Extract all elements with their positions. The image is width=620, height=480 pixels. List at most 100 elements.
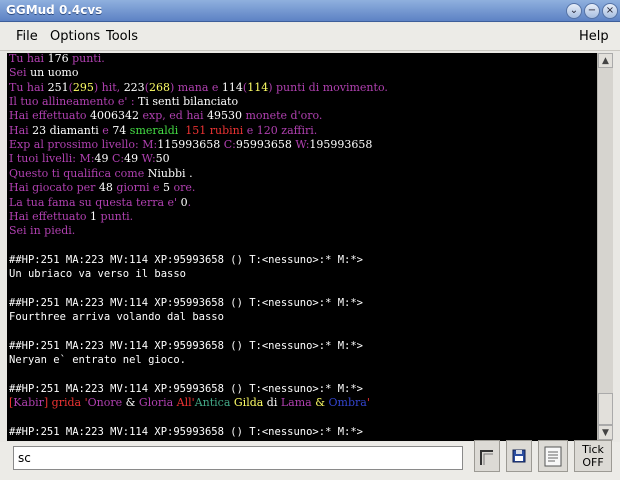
- terminal-text: punti.: [97, 209, 134, 223]
- terminal-text: 49530: [206, 109, 242, 123]
- terminal-line: Sei un uomo: [9, 66, 79, 80]
- command-input[interactable]: sc: [13, 446, 463, 470]
- terminal-line: ##HP:251 MA:223 MV:114 XP:95993658 () T:…: [9, 253, 363, 267]
- terminal-line: Hai giocato per 48 giorni e 5 ore.: [9, 181, 195, 195]
- terminal-text: ##HP:251 MA:223 MV:114 XP:95993658 () T:…: [9, 426, 364, 439]
- terminal-text: 114: [221, 80, 243, 94]
- terminal-text: di: [263, 396, 281, 410]
- terminal-text: La tua fama su questa terra e': [9, 195, 181, 209]
- terminal-text: Il tuo allineamento e' :: [9, 95, 139, 109]
- terminal-text: 268: [148, 80, 170, 94]
- window-menu-icon[interactable]: ⌄: [566, 3, 582, 19]
- tick-button[interactable]: Tick OFF: [574, 440, 612, 472]
- menu-tools[interactable]: Tools: [106, 29, 138, 44]
- terminal-text: ##HP:251 MA:223 MV:114 XP:95993658 () T:…: [9, 296, 364, 309]
- window-title: GGMud 0.4cvs: [6, 3, 103, 17]
- terminal-text: Lama: [280, 396, 312, 410]
- document-icon: [544, 446, 562, 467]
- terminal-text: .: [187, 195, 192, 209]
- scroll-thumb[interactable]: [598, 393, 613, 425]
- terminal-text: ##HP:251 MA:223 MV:114 XP:95993658 () T:…: [9, 253, 364, 266]
- terminal-text: ) hit,: [93, 80, 124, 94]
- terminal-text: Hai effettuato: [9, 209, 91, 223]
- terminal-text: Gloria: [138, 396, 174, 410]
- command-input-value: sc: [18, 451, 31, 465]
- tick-off-label: OFF: [582, 456, 604, 469]
- terminal-text: 4006342: [90, 109, 140, 123]
- terminal-text: Kabir: [13, 396, 44, 410]
- terminal-text: 176: [47, 53, 69, 65]
- corner-icon: [480, 450, 493, 465]
- terminal-text: ##HP:251 MA:223 MV:114 XP:95993658 () T:…: [9, 383, 364, 396]
- terminal-text: Ombra: [328, 396, 367, 410]
- terminal-text: W:: [291, 138, 310, 152]
- terminal-text: Questo ti qualifica come: [9, 166, 148, 180]
- terminal-text: 5: [162, 181, 170, 195]
- terminal-line: Sei in piedi.: [9, 224, 75, 238]
- terminal-text: monete d'oro.: [241, 109, 323, 123]
- scroll-up-icon[interactable]: ▲: [598, 53, 613, 68]
- terminal-text: punti.: [68, 53, 105, 65]
- terminal-text: I tuoi livelli: M:: [9, 152, 95, 166]
- terminal-text: Onore: [87, 396, 123, 410]
- menu-help[interactable]: Help: [579, 29, 609, 44]
- scroll-down-icon[interactable]: ▼: [598, 425, 613, 440]
- floppy-icon: [512, 449, 526, 463]
- menu-file[interactable]: File: [16, 29, 38, 44]
- close-icon[interactable]: ×: [602, 3, 618, 19]
- log-button[interactable]: [538, 440, 568, 472]
- terminal-text: 151 rubini: [178, 123, 244, 137]
- terminal-text: un uomo: [30, 66, 79, 80]
- terminal-text: .: [185, 166, 193, 180]
- terminal-text: exp, ed hai: [139, 109, 207, 123]
- macro-button[interactable]: [474, 440, 500, 472]
- terminal-scrollbar[interactable]: ▲ ▼: [597, 53, 613, 441]
- terminal-line: La tua fama su questa terra e' 0.: [9, 196, 191, 210]
- terminal-text: 223: [123, 80, 145, 94]
- terminal-text: C:: [220, 138, 236, 152]
- menu-options[interactable]: Options: [50, 29, 100, 44]
- terminal-text: 195993658: [309, 138, 373, 152]
- terminal-text: e: [102, 123, 113, 137]
- terminal-text: ] grida ': [43, 396, 88, 410]
- terminal-line: I tuoi livelli: M:49 C:49 W:50: [9, 152, 170, 166]
- terminal-text: giorni e: [112, 181, 163, 195]
- menu-bar: File Options Tools Help: [0, 23, 620, 51]
- terminal-text: Gilda: [230, 396, 264, 410]
- terminal-line: Hai effettuato 1 punti.: [9, 210, 133, 224]
- terminal-text: 1: [90, 209, 98, 223]
- terminal-text: e 120 zaffiri.: [243, 123, 318, 137]
- terminal-text: 0: [180, 195, 188, 209]
- terminal-line: Hai effettuato 4006342 exp, ed hai 49530…: [9, 109, 322, 123]
- terminal-text: Tu hai: [9, 80, 48, 94]
- terminal-text: Neryan e` entrato nel gioco.: [9, 354, 187, 367]
- terminal-line: Tu hai 251(295) hit, 223(268) mana e 114…: [9, 81, 388, 95]
- terminal-line: Un ubriaco va verso il basso: [9, 267, 186, 281]
- terminal-text: 23: [32, 123, 47, 137]
- terminal-text: 295: [72, 80, 94, 94]
- terminal-text: Antica: [194, 396, 231, 410]
- terminal-text: 251: [47, 80, 69, 94]
- terminal-line: Neryan e` entrato nel gioco.: [9, 353, 186, 367]
- terminal-line: Il tuo allineamento e' : Ti senti bilanc…: [9, 95, 238, 109]
- terminal-text: Tu hai: [9, 53, 48, 65]
- terminal-text: 114: [247, 80, 269, 94]
- terminal-line: Hai 23 diamanti e 74 smeraldi 151 rubini…: [9, 124, 317, 138]
- terminal-line: Questo ti qualifica come Niubbi .: [9, 167, 193, 181]
- terminal-line: Exp al prossimo livello: M:115993658 C:9…: [9, 138, 372, 152]
- save-button[interactable]: [506, 440, 532, 472]
- terminal-text: diamanti: [46, 123, 103, 137]
- terminal-text: Niubbi: [147, 166, 186, 180]
- terminal-line: Fourthree arriva volando dal basso: [9, 310, 224, 324]
- terminal-text: ore.: [169, 181, 196, 195]
- terminal-output[interactable]: Tu hai 176 punti. Sei un uomo Tu hai 251(2…: [7, 53, 597, 441]
- terminal-line: [Kabir] grida 'Onore & Gloria All'Antica…: [9, 396, 370, 410]
- terminal-line: ##HP:251 MA:223 MV:114 XP:95993658 () T:…: [9, 296, 363, 310]
- terminal-line: ##HP:251 MA:223 MV:114 XP:95993658 () T:…: [9, 339, 363, 353]
- terminal-text: Un ubriaco va verso il basso: [9, 268, 187, 281]
- terminal-line: Tu hai 176 punti.: [9, 53, 105, 66]
- terminal-text: ##HP:251 MA:223 MV:114 XP:95993658 () T:…: [9, 340, 364, 352]
- minimize-icon[interactable]: −: [584, 3, 600, 19]
- terminal-text: ': [366, 396, 370, 410]
- terminal-text: 115993658: [157, 138, 221, 152]
